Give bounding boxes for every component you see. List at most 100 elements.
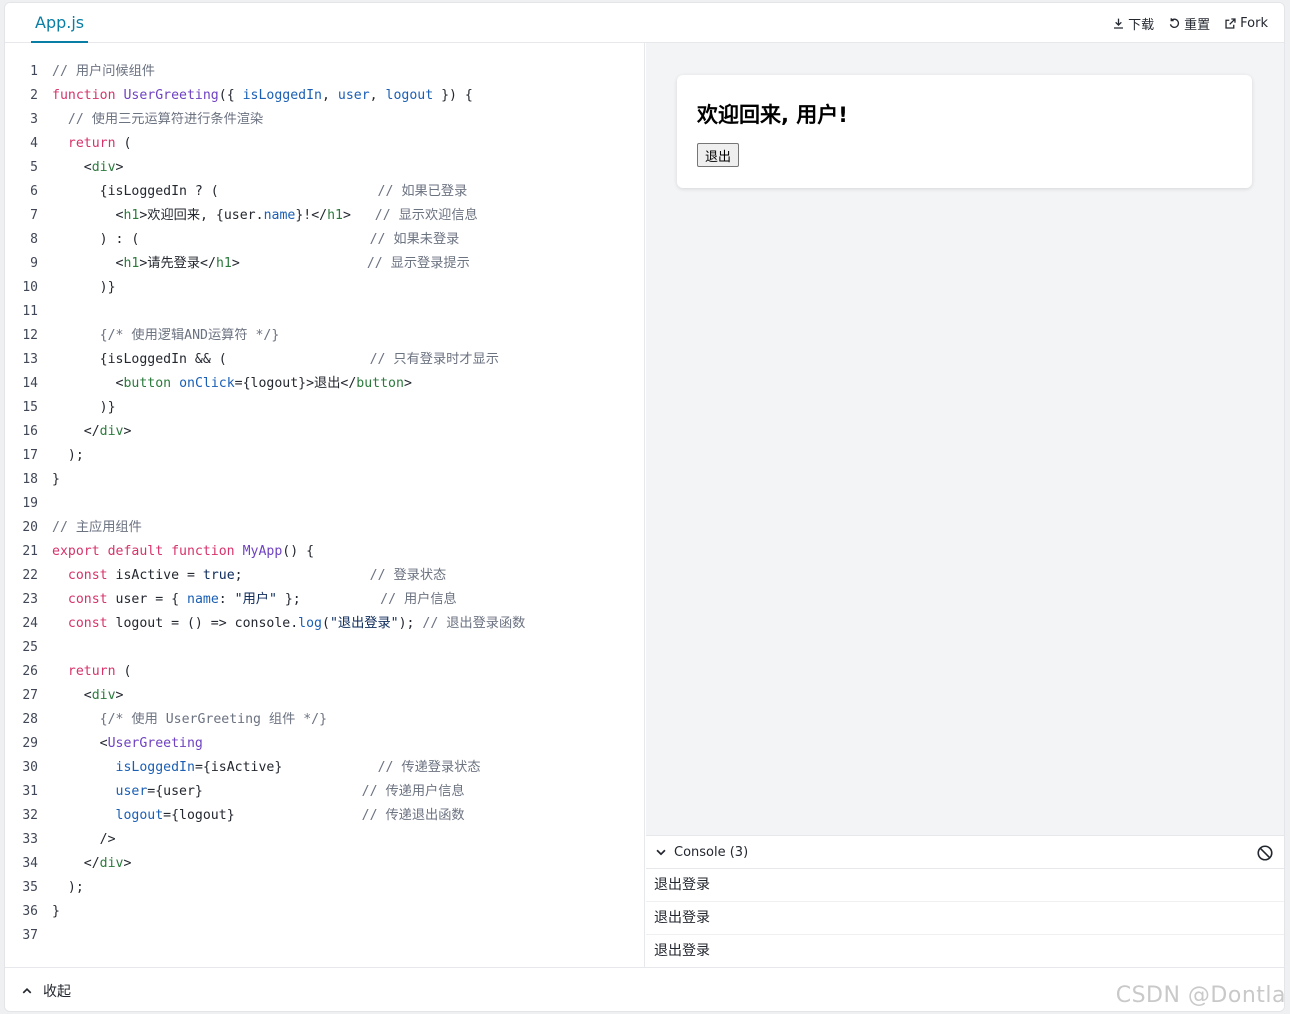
line-number: 3 [30, 112, 38, 127]
external-link-icon [1225, 17, 1236, 29]
code-line: 21 export default function MyApp() { [5, 540, 645, 564]
line-number: 16 [22, 424, 38, 439]
line-content: // 使用三元运算符进行条件渲染 [38, 108, 263, 132]
code-token: // 登录状态 [369, 568, 447, 583]
line-number: 8 [30, 232, 38, 247]
line-number: 22 [22, 568, 38, 583]
reset-icon [1169, 17, 1180, 28]
code-token: logout = () => console. [107, 616, 299, 631]
line-number: 23 [22, 592, 38, 607]
chevron-down-icon [656, 849, 666, 856]
line-content: )} [38, 276, 116, 300]
code-token: ={logout} [163, 808, 362, 823]
console-log-entry: 退出登录 [646, 869, 1284, 902]
code-token: user [115, 784, 148, 799]
line-content: const isActive = true; // 登录状态 [38, 564, 446, 588]
code-token: >请先登录</ [139, 256, 216, 271]
code-token: > [123, 424, 132, 439]
console-panel: Console (3) 退出登录 退出登录 退出登录 [646, 835, 1284, 968]
reset-label: 重置 [1184, 17, 1211, 33]
code-line: 26 return ( [5, 660, 645, 684]
line-number: 5 [30, 160, 38, 175]
collapse-label: 收起 [43, 983, 71, 1000]
line-content: ); [38, 444, 84, 468]
top-bar: App.js 下载 重置 Fork [5, 3, 1284, 43]
code-token: isActive = [107, 568, 203, 583]
code-line: 30 isLoggedIn={isActive} // 传递登录状态 [5, 756, 645, 780]
line-number: 24 [22, 616, 38, 631]
line-content: user={user} // 传递用户信息 [38, 780, 465, 804]
line-content: /> [38, 828, 116, 852]
code-editor[interactable]: 1// 用户问候组件 2 function UserGreeting({ isLog… [5, 43, 645, 967]
code-token: UserGreeting [123, 88, 219, 103]
code-line: 16 </div> [5, 420, 645, 444]
code-token: : [218, 592, 235, 607]
line-content: {/* 使用 UserGreeting 组件 */} [38, 708, 327, 732]
code-token: }) { [433, 88, 473, 103]
code-token: ={logout}>退出</ [234, 376, 357, 391]
code-line: 34 </div> [5, 852, 645, 876]
line-number: 35 [22, 880, 38, 895]
line-content: // 用户问候组件 [38, 60, 155, 84]
code-token: logout [115, 808, 164, 823]
line-number: 26 [22, 664, 38, 679]
reset-button[interactable]: 重置 [1168, 14, 1210, 33]
line-number: 37 [22, 928, 38, 943]
code-token: button [123, 376, 172, 391]
code-line: 10 )} [5, 276, 645, 300]
line-content: ) : ( // 如果未登录 [38, 228, 460, 252]
code-token: // 用户信息 [380, 592, 457, 607]
line-content: ); [38, 876, 84, 900]
code-token: >欢迎回来, {user. [139, 208, 264, 223]
logout-button[interactable]: 退出 [697, 143, 740, 167]
line-number: 36 [22, 904, 38, 919]
line-content: <div> [38, 156, 124, 180]
fork-button[interactable]: Fork [1224, 16, 1268, 31]
code-token: ( [115, 136, 132, 151]
line-content: </div> [38, 420, 132, 444]
code-token: div [91, 160, 116, 175]
code-token: () { [282, 544, 315, 559]
code-token: MyApp [242, 544, 283, 559]
download-button[interactable]: 下载 [1112, 14, 1154, 33]
code-line: 17 ); [5, 444, 645, 468]
line-content: <div> [38, 684, 124, 708]
code-token: // 使用三元运算符进行条件渲染 [67, 112, 264, 127]
collapse-bar[interactable]: 收起 [5, 967, 1284, 1011]
code-token: }; [276, 592, 381, 607]
line-number: 32 [22, 808, 38, 823]
code-token: const [67, 592, 108, 607]
line-content: {/* 使用逻辑AND运算符 */} [38, 324, 280, 348]
code-line: 18} [5, 468, 645, 492]
code-line: 31 user={user} // 传递用户信息 [5, 780, 645, 804]
tab-app-js[interactable]: App.js [31, 3, 89, 43]
line-content: // 主应用组件 [38, 516, 142, 540]
code-token: } [52, 904, 60, 919]
code-line: 13 {isLoggedIn && ( // 只有登录时才显示 [5, 348, 645, 372]
code-token: }!</ [295, 208, 328, 223]
line-content: function UserGreeting({ isLoggedIn, user… [38, 84, 473, 108]
clear-console-icon[interactable] [1256, 844, 1274, 862]
line-number: 7 [30, 208, 38, 223]
code-token: return [67, 664, 116, 679]
line-number: 31 [22, 784, 38, 799]
line-number: 30 [22, 760, 38, 775]
line-content: const user = { name: "用户" }; // 用户信息 [38, 588, 457, 612]
code-token: UserGreeting [107, 736, 203, 751]
code-line: 28 {/* 使用 UserGreeting 组件 */} [5, 708, 645, 732]
line-number: 9 [30, 256, 38, 271]
line-number: 18 [22, 472, 38, 487]
line-content: </div> [38, 852, 132, 876]
code-token: h1 [123, 256, 140, 271]
line-number: 13 [22, 352, 38, 367]
code-token: </ [52, 424, 100, 439]
console-title: Console (3) [674, 844, 749, 860]
code-token: function [52, 88, 124, 103]
line-number: 15 [22, 400, 38, 415]
code-line: 11 [5, 300, 645, 324]
console-header[interactable]: Console (3) [646, 836, 1284, 869]
code-token: ={user} [147, 784, 362, 799]
code-line: 25 [5, 636, 645, 660]
